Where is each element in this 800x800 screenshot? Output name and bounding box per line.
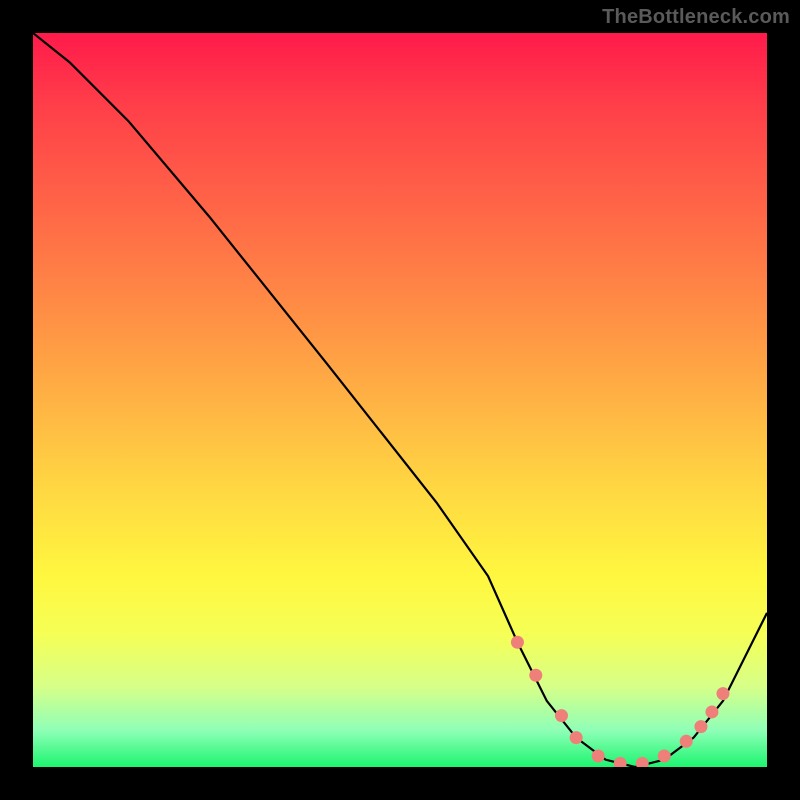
watermark-label: TheBottleneck.com xyxy=(602,6,790,29)
highlight-dot xyxy=(636,757,649,767)
highlight-dot xyxy=(592,749,605,762)
highlight-dot xyxy=(694,720,707,733)
chart-curve xyxy=(33,33,767,767)
chart-frame: TheBottleneck.com xyxy=(0,0,800,800)
highlight-dot xyxy=(555,709,568,722)
chart-svg xyxy=(33,33,767,767)
main-curve-line xyxy=(33,33,767,767)
highlight-dot xyxy=(716,687,729,700)
highlight-dot xyxy=(529,669,542,682)
highlight-dot xyxy=(570,731,583,744)
highlight-dot xyxy=(614,757,627,767)
highlight-dot xyxy=(680,735,693,748)
highlight-dot xyxy=(658,749,671,762)
highlight-dots-group xyxy=(511,636,730,767)
highlight-dot xyxy=(705,705,718,718)
plot-area xyxy=(33,33,767,767)
highlight-dot xyxy=(511,636,524,649)
